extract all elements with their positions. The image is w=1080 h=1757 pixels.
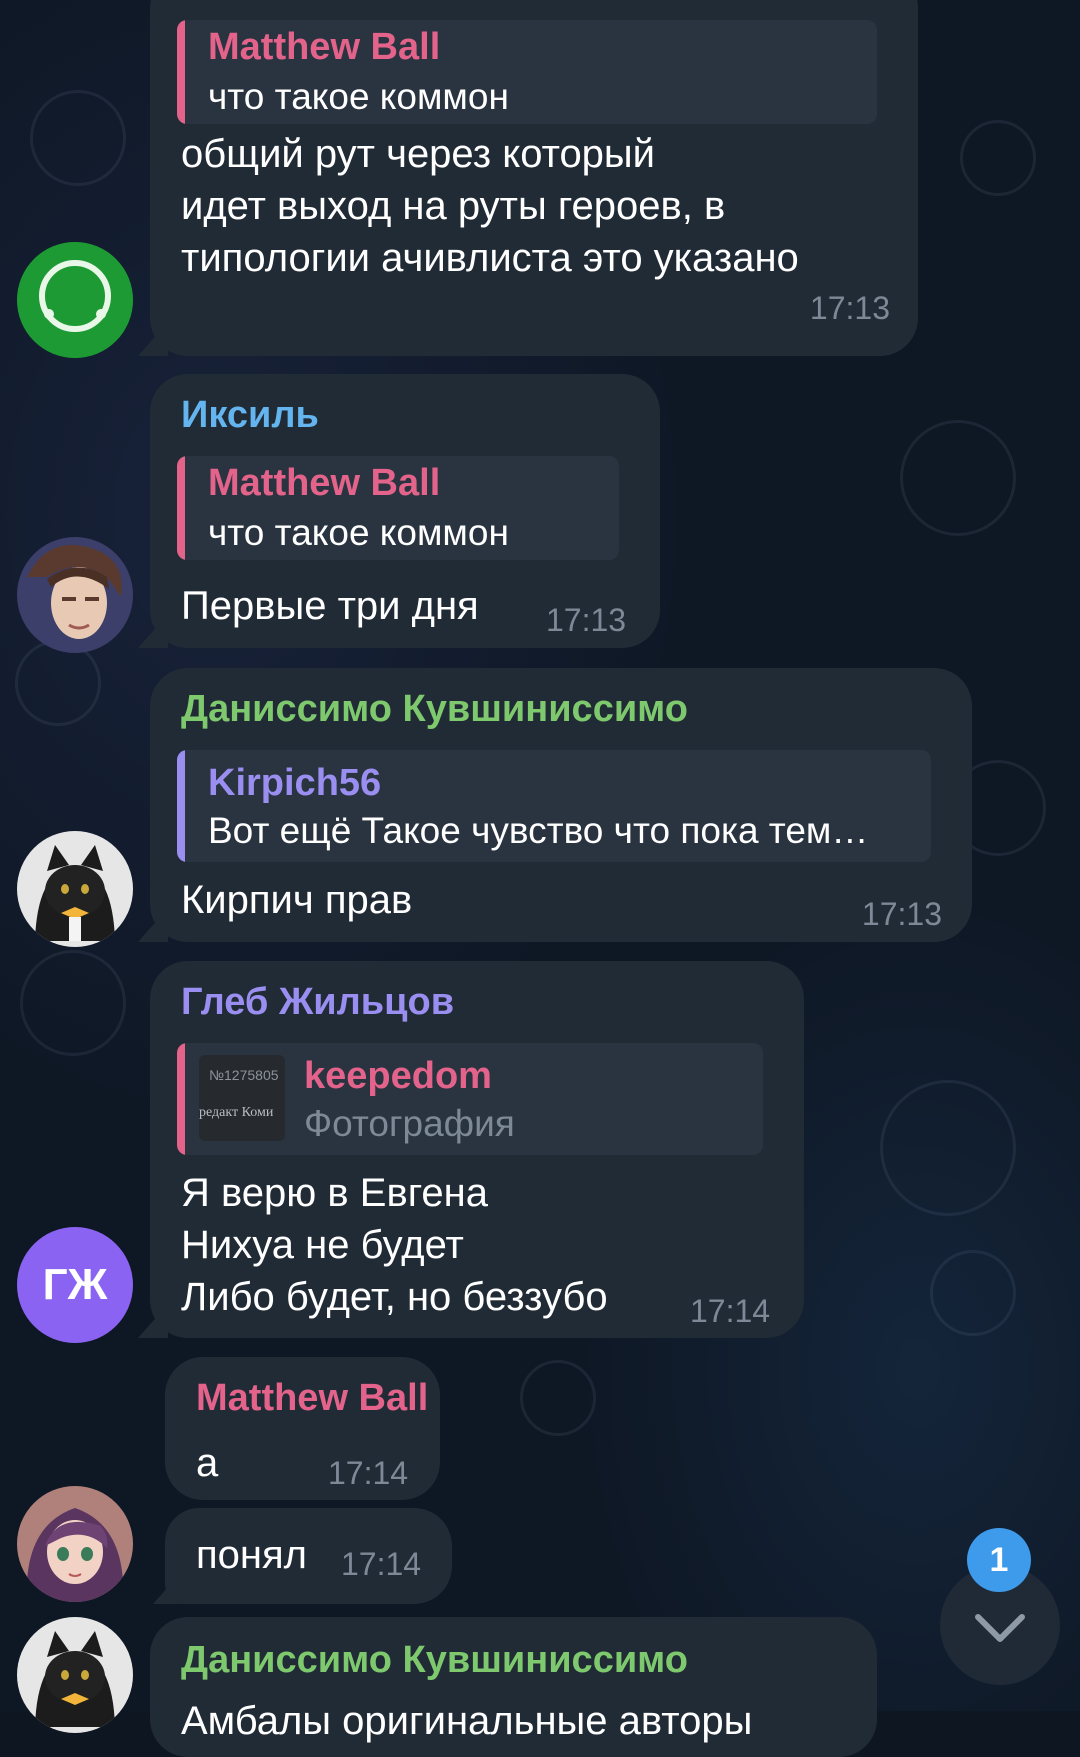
sender-name[interactable]: Matthew Ball — [196, 1377, 428, 1420]
thumbnail-text: редакт Коми — [199, 1105, 274, 1120]
unread-count-badge[interactable]: 1 — [967, 1528, 1031, 1592]
sender-name[interactable]: Даниссимо Кувшиниссимо — [181, 688, 688, 731]
message-text-line: общий рут через который — [181, 132, 656, 176]
reply-text: что такое коммон — [208, 512, 509, 553]
reply-quote[interactable]: Matthew Ball что такое коммон — [177, 20, 877, 124]
message-text-line: Я верю в Евгена — [181, 1171, 488, 1215]
reply-sender-name: keepedom — [304, 1055, 492, 1097]
reply-text: Вот ещё Такое чувство что пока тем… — [208, 810, 869, 851]
message-text-line: Либо будет, но беззубо — [181, 1275, 608, 1319]
thumbnail-text: №1275805 — [209, 1067, 279, 1083]
message-text: а — [196, 1441, 219, 1485]
message-text: Кирпич прав — [181, 878, 413, 922]
message-text-line: типологии ачивлиста это указано — [181, 236, 799, 280]
message-bubble[interactable]: Matthew Ball что такое коммон общий рут … — [150, 0, 918, 356]
message-bubble[interactable]: Matthew Ball а 17:14 — [165, 1357, 440, 1500]
avatar-initials: ГЖ — [42, 1260, 108, 1309]
message-time: 17:13 — [809, 290, 890, 326]
message-text: понял — [196, 1533, 307, 1577]
message-time: 17:13 — [546, 602, 627, 638]
sender-name[interactable]: Глеб Жильцов — [181, 981, 454, 1024]
avatar[interactable]: ГЖ — [17, 1227, 133, 1343]
message-bubble[interactable]: Даниссимо Кувшиниссимо Амбалы оригинальн… — [150, 1617, 877, 1757]
anime-girl-portrait-icon — [17, 1486, 133, 1602]
reply-photo-thumbnail[interactable]: №1275805 редакт Коми — [199, 1055, 285, 1141]
reply-bar — [177, 1043, 185, 1155]
reply-sender-name: Kirpich56 — [208, 762, 382, 804]
reply-text: что такое коммон — [208, 76, 509, 117]
reply-sender-name: Matthew Ball — [208, 26, 441, 68]
user-portrait-icon — [17, 537, 133, 653]
avatar[interactable] — [17, 1486, 133, 1602]
chat-ring-icon — [17, 242, 133, 358]
reply-quote[interactable]: Kirpich56 Вот ещё Такое чувство что пока… — [177, 750, 931, 862]
message-text-line: идет выход на руты героев, в — [181, 184, 726, 228]
message-time: 17:14 — [341, 1546, 422, 1582]
message-text: Первые три дня — [181, 584, 479, 628]
message-time: 17:13 — [861, 896, 942, 932]
message-bubble[interactable]: Глеб Жильцов №1275805 редакт Коми keeped… — [150, 961, 804, 1338]
sender-name[interactable]: Иксиль — [181, 394, 319, 437]
reply-bar — [177, 456, 185, 560]
avatar[interactable] — [17, 242, 133, 358]
reply-quote[interactable]: Matthew Ball что такое коммон — [177, 456, 619, 560]
message-time: 17:14 — [328, 1455, 409, 1491]
reply-quote[interactable]: №1275805 редакт Коми keepedom Фотография — [177, 1043, 763, 1155]
message-bubble[interactable]: Иксиль Matthew Ball что такое коммон Пер… — [150, 374, 660, 648]
message-text-line: Нихуа не будет — [181, 1223, 464, 1267]
avatar[interactable] — [17, 537, 133, 653]
cat-portrait-icon — [17, 831, 133, 947]
reply-text: Фотография — [304, 1103, 515, 1144]
reply-sender-name: Matthew Ball — [208, 462, 441, 504]
reply-bar — [177, 20, 185, 124]
reply-bar — [177, 750, 185, 862]
cat-portrait-icon — [17, 1617, 133, 1733]
message-time: 17:14 — [690, 1293, 771, 1329]
sender-name[interactable]: Даниссимо Кувшиниссимо — [181, 1639, 688, 1682]
avatar[interactable] — [17, 831, 133, 947]
avatar[interactable] — [17, 1617, 133, 1733]
message-bubble[interactable]: понял 17:14 — [165, 1508, 452, 1604]
message-text: Амбалы оригинальные авторы — [181, 1699, 753, 1743]
message-bubble[interactable]: Даниссимо Кувшиниссимо Kirpich56 Вот ещё… — [150, 668, 972, 942]
unread-count: 1 — [989, 1541, 1009, 1579]
